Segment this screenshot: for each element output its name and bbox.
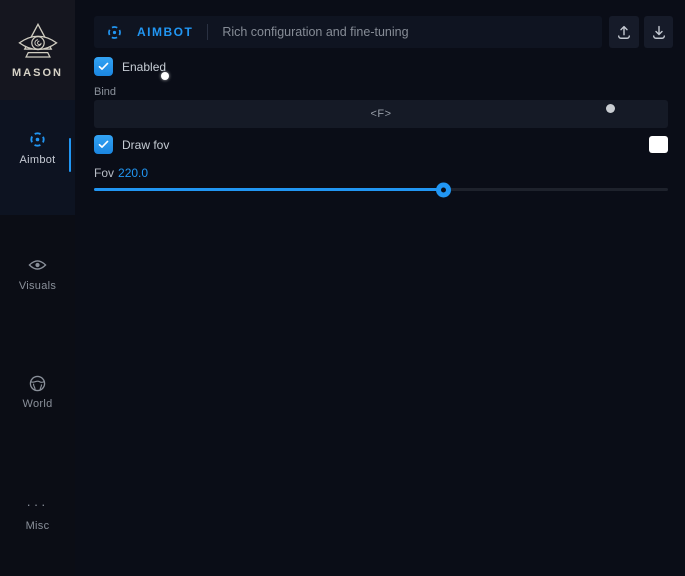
draw-fov-label: Draw fov	[122, 138, 169, 152]
check-icon	[98, 62, 109, 71]
logo-text: MASON	[12, 67, 63, 79]
bind-label: Bind	[94, 86, 116, 98]
sidebar-item-label: Misc	[26, 520, 50, 532]
sidebar-item-misc[interactable]: ··· Misc	[0, 496, 75, 532]
sidebar-item-aimbot[interactable]: Aimbot	[0, 130, 75, 166]
upload-icon	[616, 25, 632, 40]
slider-fill	[94, 188, 444, 191]
globe-icon	[29, 374, 46, 392]
enabled-checkbox[interactable]	[94, 57, 113, 76]
slider-thumb[interactable]	[436, 182, 451, 197]
sidebar-item-world[interactable]: World	[0, 374, 75, 410]
sidebar-item-label: Visuals	[19, 280, 56, 292]
check-icon	[98, 140, 109, 149]
sidebar-item-label: Aimbot	[19, 154, 55, 166]
sidebar-item-label: World	[22, 398, 52, 410]
fov-label: Fov 220.0	[94, 166, 148, 180]
eye-icon	[28, 256, 47, 274]
ellipsis-icon: ···	[27, 496, 49, 514]
logo: MASON	[0, 0, 75, 100]
sidebar-item-visuals[interactable]: Visuals	[0, 256, 75, 292]
fov-color-picker[interactable]	[649, 136, 668, 153]
page-header: AIMBOT Rich configuration and fine-tunin…	[94, 16, 602, 48]
sidebar-active-section: Aimbot	[0, 100, 75, 215]
bind-input[interactable]: <F>	[94, 100, 668, 128]
crosshair-icon	[106, 24, 123, 41]
page-title: AIMBOT	[137, 25, 193, 39]
import-config-button[interactable]	[644, 16, 673, 48]
bind-value: <F>	[370, 108, 391, 120]
cursor-dot	[161, 72, 169, 80]
export-config-button[interactable]	[609, 16, 639, 48]
mason-menu-window: MASON Aimbot Visuals	[0, 0, 685, 576]
fov-slider[interactable]	[94, 187, 668, 192]
enabled-label: Enabled	[122, 60, 166, 74]
fov-value: 220.0	[118, 166, 148, 180]
active-indicator	[69, 138, 71, 172]
divider	[207, 24, 208, 40]
eye-pyramid-logo-icon	[15, 21, 61, 63]
bind-dot	[606, 104, 615, 113]
sidebar: MASON Aimbot Visuals	[0, 0, 75, 576]
crosshair-icon	[28, 130, 47, 148]
download-icon	[651, 25, 667, 40]
fov-label-text: Fov	[94, 166, 114, 180]
page-subtitle: Rich configuration and fine-tuning	[222, 25, 408, 39]
draw-fov-checkbox[interactable]	[94, 135, 113, 154]
